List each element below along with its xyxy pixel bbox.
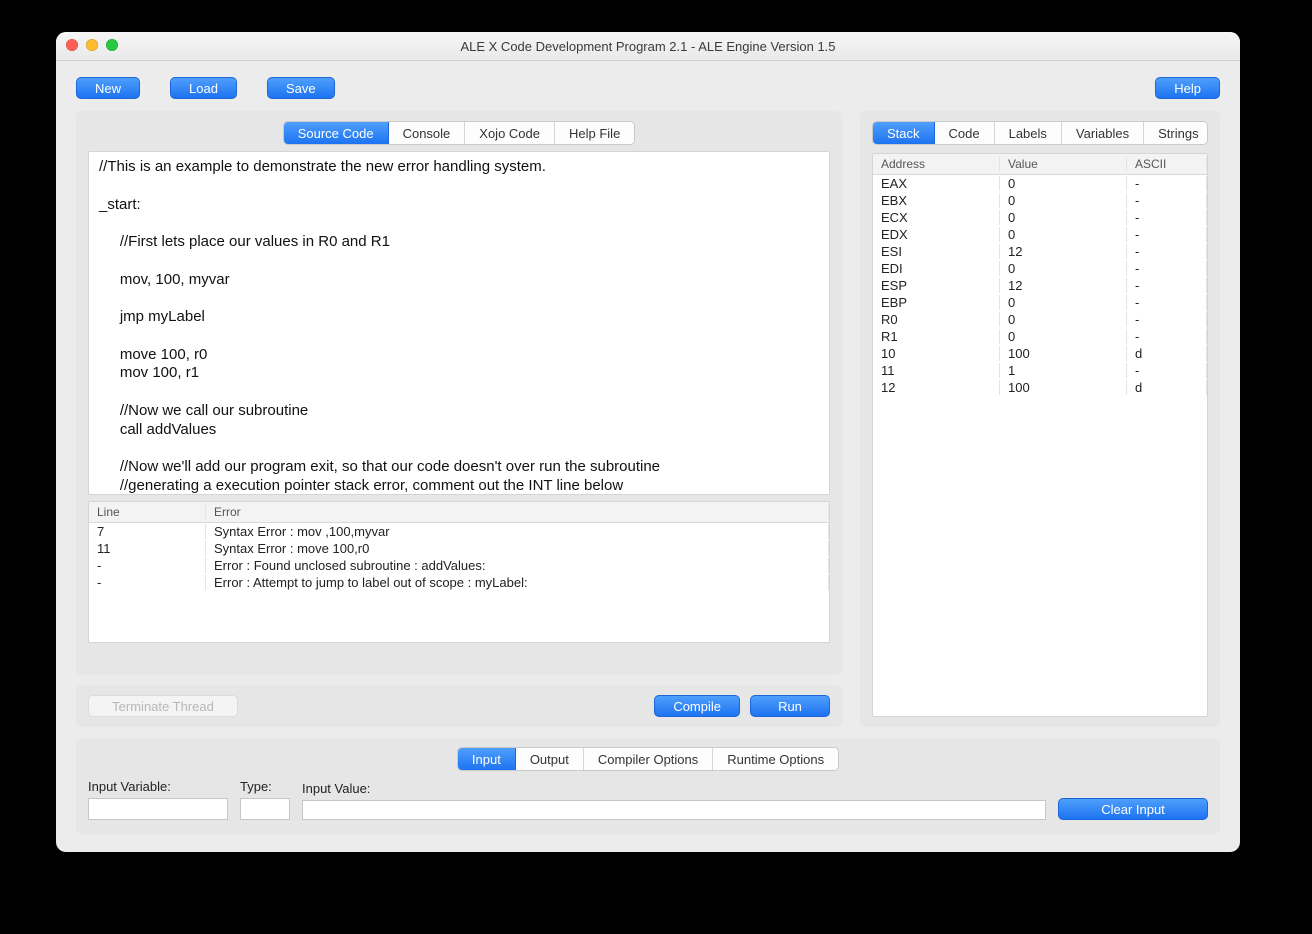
compile-button[interactable]: Compile <box>654 695 740 717</box>
load-button[interactable]: Load <box>170 77 237 99</box>
titlebar: ALE X Code Development Program 2.1 - ALE… <box>56 32 1240 61</box>
run-button[interactable]: Run <box>750 695 830 717</box>
tab-source-code[interactable]: Source Code <box>284 122 389 144</box>
input-variable-field[interactable] <box>88 798 228 820</box>
clear-input-button[interactable]: Clear Input <box>1058 798 1208 820</box>
tab-stack[interactable]: Stack <box>873 122 935 144</box>
tab-compiler-options[interactable]: Compiler Options <box>584 748 713 770</box>
error-row[interactable]: 7Syntax Error : mov ,100,myvar <box>89 523 829 540</box>
minimize-icon[interactable] <box>86 39 98 51</box>
input-value-label: Input Value: <box>302 781 1046 796</box>
inspector-panel: StackCodeLabelsVariablesStringsConstants… <box>860 111 1220 727</box>
tab-input[interactable]: Input <box>458 748 516 770</box>
stack-row[interactable]: EBX0- <box>873 192 1207 209</box>
stack-col-address: Address <box>873 157 1000 171</box>
help-button[interactable]: Help <box>1155 77 1220 99</box>
input-type-field[interactable] <box>240 798 290 820</box>
stack-col-ascii: ASCII <box>1127 157 1207 171</box>
input-value-field[interactable] <box>302 800 1046 820</box>
input-type-label: Type: <box>240 779 290 794</box>
app-window: ALE X Code Development Program 2.1 - ALE… <box>56 32 1240 852</box>
stack-row[interactable]: 12100d <box>873 379 1207 396</box>
tab-output[interactable]: Output <box>516 748 584 770</box>
stack-row[interactable]: R00- <box>873 311 1207 328</box>
tab-help-file[interactable]: Help File <box>555 122 634 144</box>
traffic-lights <box>66 39 118 51</box>
editor-panel: Source CodeConsoleXojo CodeHelp File //T… <box>76 111 842 675</box>
error-row[interactable]: -Error : Attempt to jump to label out of… <box>89 574 829 591</box>
source-code-editor[interactable]: //This is an example to demonstrate the … <box>88 151 830 495</box>
error-col-error: Error <box>206 505 829 519</box>
stack-row[interactable]: EDI0- <box>873 260 1207 277</box>
tab-xojo-code[interactable]: Xojo Code <box>465 122 555 144</box>
tab-strings[interactable]: Strings <box>1144 122 1208 144</box>
terminate-thread-button[interactable]: Terminate Thread <box>88 695 238 717</box>
stack-row[interactable]: ECX0- <box>873 209 1207 226</box>
compile-bar: Terminate Thread Compile Run <box>76 685 842 727</box>
stack-row[interactable]: ESI12- <box>873 243 1207 260</box>
tab-runtime-options[interactable]: Runtime Options <box>713 748 838 770</box>
toolbar: New Load Save Help <box>76 77 1220 99</box>
error-row[interactable]: -Error : Found unclosed subroutine : add… <box>89 557 829 574</box>
inspector-tabs: StackCodeLabelsVariablesStringsConstants <box>872 121 1208 145</box>
save-button[interactable]: Save <box>267 77 335 99</box>
tab-console[interactable]: Console <box>389 122 466 144</box>
tab-labels[interactable]: Labels <box>995 122 1062 144</box>
error-row[interactable]: 11Syntax Error : move 100,r0 <box>89 540 829 557</box>
editor-tabs: Source CodeConsoleXojo CodeHelp File <box>283 121 636 145</box>
close-icon[interactable] <box>66 39 78 51</box>
stack-row[interactable]: EBP0- <box>873 294 1207 311</box>
error-list: Line Error 7Syntax Error : mov ,100,myva… <box>88 501 830 643</box>
io-panel: InputOutputCompiler OptionsRuntime Optio… <box>76 739 1220 834</box>
stack-row[interactable]: 111- <box>873 362 1207 379</box>
error-col-line: Line <box>89 505 206 519</box>
input-variable-label: Input Variable: <box>88 779 228 794</box>
stack-row[interactable]: 10100d <box>873 345 1207 362</box>
io-tabs: InputOutputCompiler OptionsRuntime Optio… <box>457 747 839 771</box>
stack-row[interactable]: R10- <box>873 328 1207 345</box>
new-button[interactable]: New <box>76 77 140 99</box>
stack-row[interactable]: ESP12- <box>873 277 1207 294</box>
zoom-icon[interactable] <box>106 39 118 51</box>
stack-col-value: Value <box>1000 157 1127 171</box>
stack-row[interactable]: EDX0- <box>873 226 1207 243</box>
tab-variables[interactable]: Variables <box>1062 122 1144 144</box>
window-title: ALE X Code Development Program 2.1 - ALE… <box>460 39 835 54</box>
stack-row[interactable]: EAX0- <box>873 175 1207 192</box>
stack-table: Address Value ASCII EAX0-EBX0-ECX0-EDX0-… <box>872 153 1208 717</box>
tab-code[interactable]: Code <box>935 122 995 144</box>
